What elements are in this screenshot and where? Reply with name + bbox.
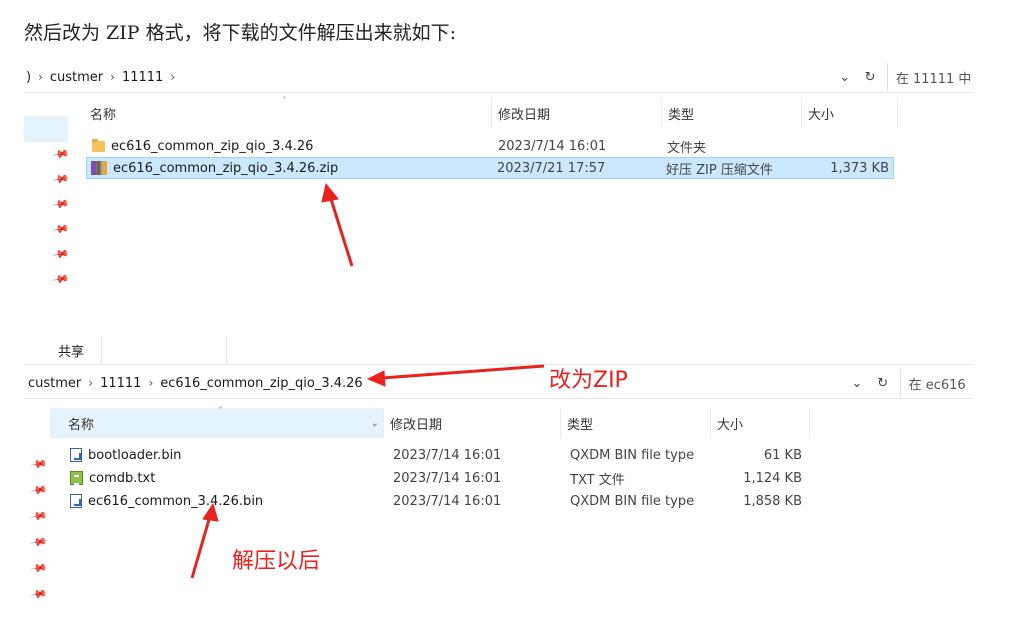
annotation-arrows (190, 182, 545, 579)
arrow-to-folder-name (381, 364, 545, 380)
arrow-to-extracted-file (190, 515, 212, 579)
arrow-head (366, 370, 386, 387)
arrow-to-zip-file (328, 195, 354, 267)
arrow-head (321, 182, 339, 203)
arrow-head (202, 502, 219, 522)
annotation-change-to-zip: 改为ZIP (549, 368, 628, 393)
annotation-after-extract: 解压以后 (232, 549, 321, 574)
